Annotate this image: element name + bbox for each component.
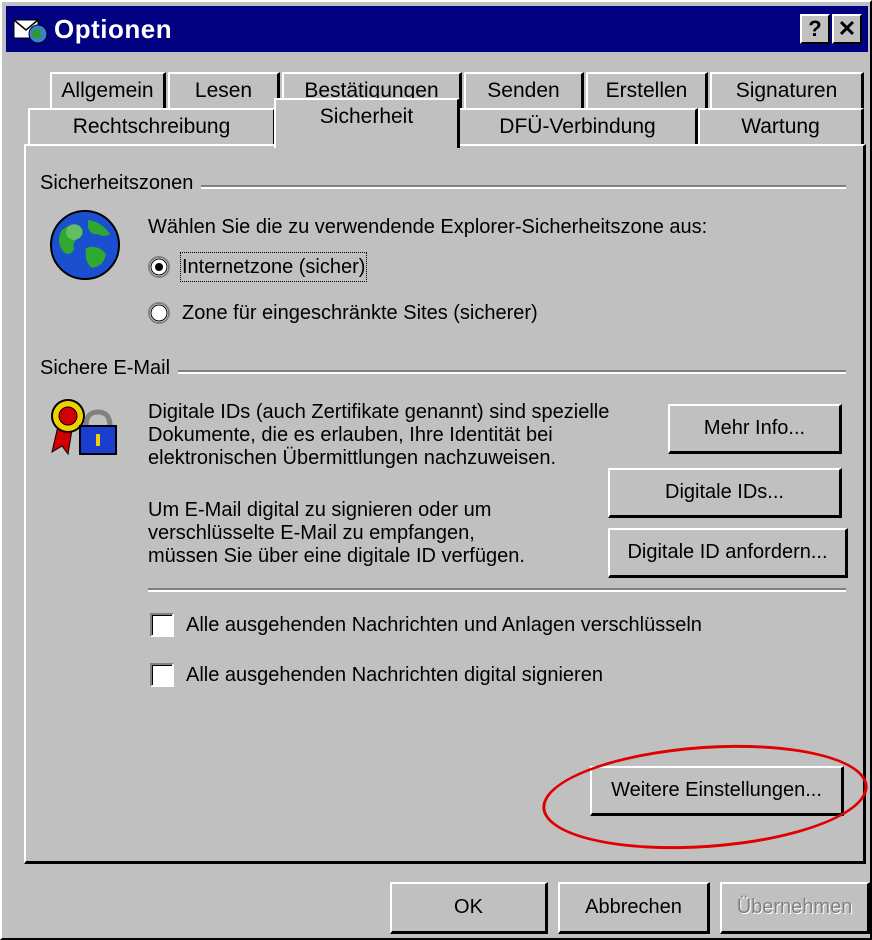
checkbox-encrypt-all[interactable] <box>150 613 174 637</box>
more-info-button[interactable]: Mehr Info... <box>668 404 842 454</box>
tab-lesen[interactable]: Lesen <box>168 72 280 110</box>
window-title: Optionen <box>54 14 173 44</box>
title-bar[interactable]: Optionen ? ✕ <box>6 6 868 52</box>
tab-wartung[interactable]: Wartung <box>698 108 864 146</box>
close-button[interactable]: ✕ <box>832 14 862 44</box>
zone-prompt: Wählen Sie die zu verwendende Explorer-S… <box>148 216 708 238</box>
radio-internet-zone[interactable] <box>148 256 170 278</box>
tab-senden[interactable]: Senden <box>464 72 584 110</box>
tab-rechtschreibung[interactable]: Rechtschreibung <box>28 108 276 146</box>
ok-button[interactable]: OK <box>390 882 548 934</box>
tab-erstellen[interactable]: Erstellen <box>586 72 708 110</box>
advanced-settings-button[interactable]: Weitere Einstellungen... <box>590 766 844 816</box>
options-dialog: Optionen ? ✕ Allgemein Lesen Bestätigung… <box>0 0 872 940</box>
radio-restricted-zone-label[interactable]: Zone für eingeschränkte Sites (sicherer) <box>182 300 538 326</box>
outlook-express-icon <box>13 19 48 44</box>
tab-allgemein[interactable]: Allgemein <box>50 72 166 110</box>
globe-icon <box>50 210 120 280</box>
apply-button[interactable]: Übernehmen <box>720 882 870 934</box>
cancel-button[interactable]: Abbrechen <box>558 882 710 934</box>
checkbox-encrypt-all-label[interactable]: Alle ausgehenden Nachrichten und Anlagen… <box>186 612 702 638</box>
radio-internet-zone-label[interactable]: Internetzone (sicher) <box>179 252 368 282</box>
group-label-secure-mail: Sichere E-Mail <box>40 357 179 380</box>
tab-sicherheit[interactable]: Sicherheit <box>274 98 460 148</box>
tab-dfue-verbindung[interactable]: DFÜ-Verbindung <box>458 108 698 146</box>
help-button[interactable]: ? <box>800 14 830 44</box>
separator <box>148 588 846 592</box>
secure-mail-info-line3: müssen Sie über eine digitale ID verfüge… <box>148 545 525 567</box>
certificate-lock-icon <box>51 399 117 456</box>
request-digital-id-button[interactable]: Digitale ID anfordern... <box>608 528 848 578</box>
radio-restricted-zone[interactable] <box>148 302 170 324</box>
secure-mail-desc-line3: elektronischen Übermittlungen nachzuweis… <box>148 447 557 469</box>
group-label-security-zones: Sicherheitszonen <box>40 172 202 195</box>
checkbox-sign-all-label[interactable]: Alle ausgehenden Nachrichten digital sig… <box>186 662 603 688</box>
tab-signaturen[interactable]: Signaturen <box>710 72 864 110</box>
digital-ids-button[interactable]: Digitale IDs... <box>608 468 842 518</box>
checkbox-sign-all[interactable] <box>150 663 174 687</box>
